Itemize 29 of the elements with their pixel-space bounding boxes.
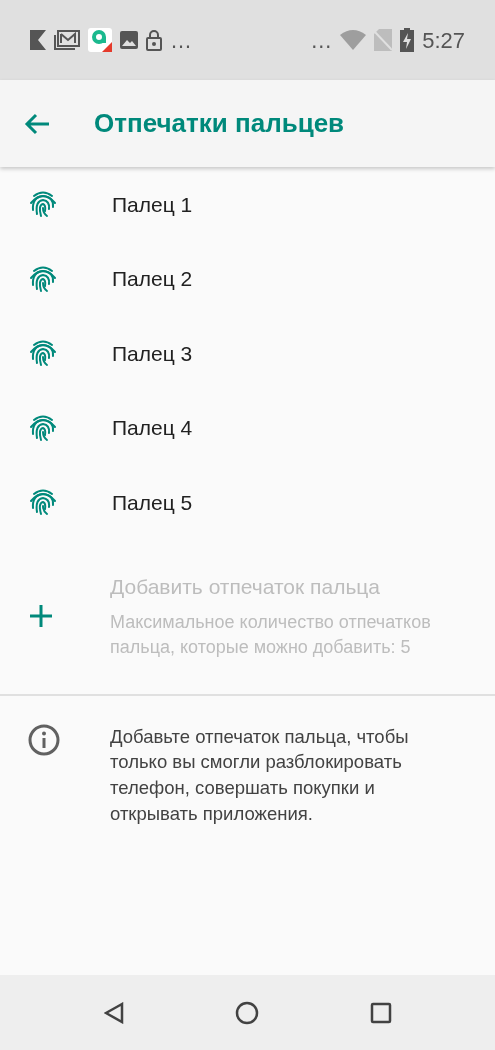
wifi-icon: [340, 30, 367, 50]
info-icon: [28, 723, 60, 756]
back-arrow-icon[interactable]: [24, 112, 50, 135]
image-icon: [120, 31, 138, 49]
plus-icon: [28, 602, 54, 629]
recents-nav-icon[interactable]: [369, 1001, 392, 1024]
overflow-indicator: …: [170, 26, 192, 55]
add-fingerprint-title: Добавить отпечаток пальца: [110, 573, 382, 600]
bookmark-icon: [30, 30, 46, 50]
info-text: Добавьте отпечаток пальца, чтобы только вы смогли разблокировать телефон, совершать покупки и открывать приложения.: [110, 724, 410, 827]
fingerprint-item[interactable]: Палец 4: [0, 390, 495, 465]
back-nav-icon[interactable]: [103, 1001, 124, 1024]
clock-time: 5:27: [422, 26, 465, 55]
fingerprint-item[interactable]: Палец 1: [0, 167, 495, 242]
fingerprint-item[interactable]: Палец 5: [0, 465, 495, 540]
no-sim-icon: [374, 29, 393, 51]
mail-icon: [54, 30, 80, 50]
screen-title: Отпечатки пальцев: [94, 107, 345, 140]
overflow-indicator: …: [310, 26, 333, 55]
fingerprint-item[interactable]: Палец 3: [0, 316, 495, 391]
battery-charging-icon: [400, 28, 415, 52]
lock-icon: [146, 29, 162, 51]
add-fingerprint-summary: Максимальное количество отпечатков пальца, которые можно добавить: 5: [110, 611, 432, 660]
fingerprint-icon: [28, 487, 58, 518]
fingerprint-icon: [28, 189, 58, 220]
app-icon: [88, 28, 112, 52]
home-nav-icon[interactable]: [234, 1000, 259, 1025]
fingerprint-icon: [28, 338, 58, 369]
fingerprint-item[interactable]: Палец 2: [0, 241, 495, 316]
